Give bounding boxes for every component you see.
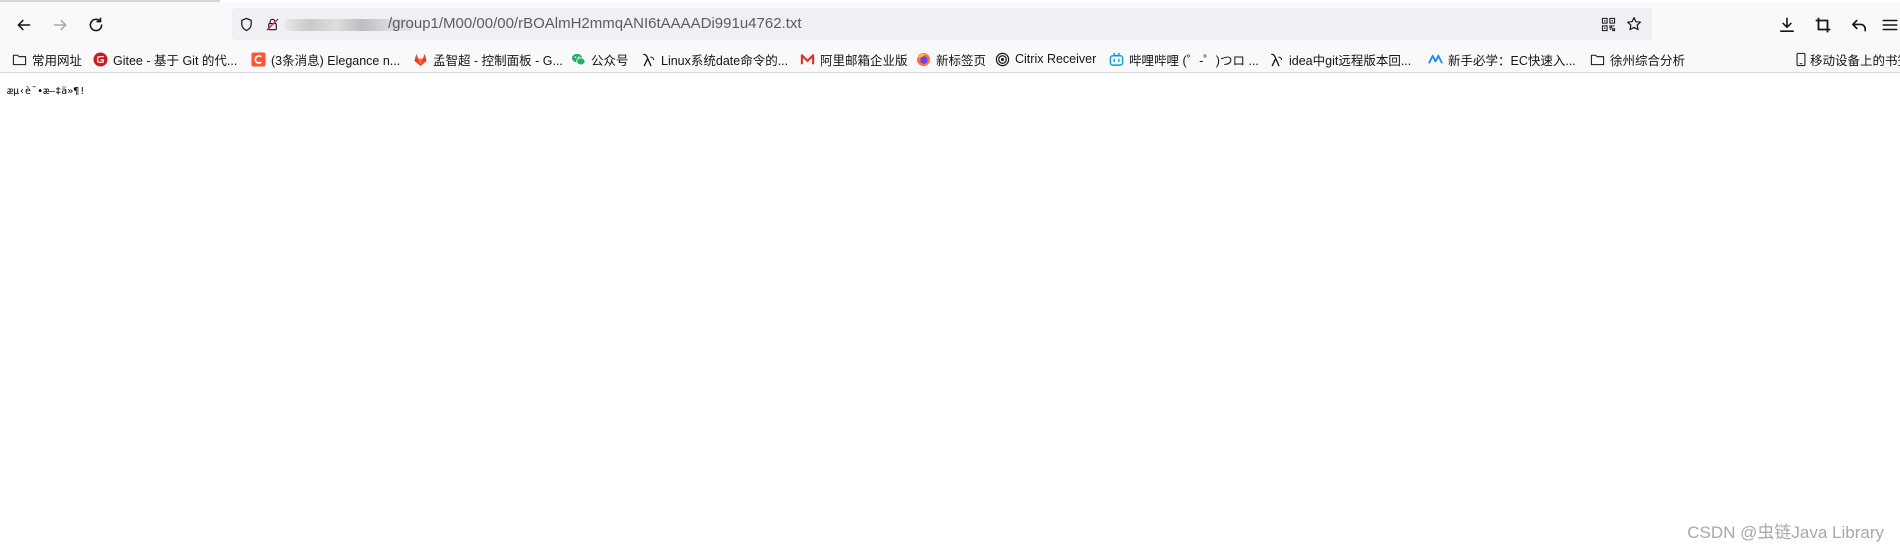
bookmark-gitlab-panel[interactable]: 孟智超 - 控制面板 - G... bbox=[413, 50, 563, 68]
citrix-icon bbox=[995, 52, 1010, 67]
navigation-toolbar: /group1/M00/00/00/rBOAlmH2mmqANI6tAAAADi… bbox=[0, 2, 1900, 46]
forward-icon bbox=[53, 19, 67, 31]
qr-code-icon[interactable] bbox=[1599, 15, 1617, 33]
ec-icon bbox=[1428, 52, 1443, 67]
csdn-icon bbox=[251, 51, 266, 67]
bookmark-wechat-official[interactable]: 公众号 bbox=[571, 50, 629, 68]
gitee-icon bbox=[93, 51, 108, 67]
gitlab-icon bbox=[413, 52, 428, 67]
bookmark-linux-date[interactable]: Linux系统date命令的... bbox=[641, 50, 788, 68]
star-icon[interactable] bbox=[1625, 15, 1643, 33]
address-bar[interactable]: /group1/M00/00/00/rBOAlmH2mmqANI6tAAAADi… bbox=[232, 8, 1652, 40]
bookmark-bilibili[interactable]: 哔哩哔哩 (゜-゜)つロ ... bbox=[1109, 50, 1259, 68]
bookmark-common-sites[interactable]: 常用网址 bbox=[12, 50, 82, 68]
undo-icon bbox=[1851, 19, 1867, 32]
wechat-icon bbox=[571, 52, 586, 67]
shield-icon[interactable] bbox=[237, 15, 255, 33]
folder-icon bbox=[12, 52, 27, 67]
bookmark-ali-mail[interactable]: 阿里邮箱企业版 bbox=[800, 50, 908, 68]
bookmark-ec-quickstart[interactable]: 新手必学：EC快速入... bbox=[1428, 50, 1576, 68]
bookmark-xuzhou-analysis[interactable]: 徐州综合分析 bbox=[1590, 50, 1685, 68]
reload-icon bbox=[89, 17, 103, 32]
bookmark-gitee[interactable]: Gitee - 基于 Git 的代... bbox=[93, 50, 237, 68]
back-button[interactable] bbox=[10, 11, 38, 39]
lambda-icon bbox=[1269, 52, 1284, 67]
screenshot-button[interactable] bbox=[1809, 11, 1837, 39]
file-content-text: æµ‹è¯•æ–‡ä»¶! bbox=[7, 86, 86, 97]
download-icon bbox=[1780, 17, 1794, 32]
bookmark-idea-git[interactable]: idea中git远程版本回... bbox=[1269, 50, 1411, 68]
undo-button[interactable] bbox=[1845, 11, 1873, 39]
firefox-icon bbox=[916, 52, 931, 67]
bookmarks-toolbar: 常用网址 Gitee - 基于 Git 的代... (3条消息) Eleganc… bbox=[0, 46, 1900, 73]
csdn-watermark: CSDN @虫链Java Library bbox=[1687, 523, 1884, 542]
screenshot-icon bbox=[1815, 17, 1831, 33]
bookmark-mobile[interactable]: 移动设备上的书签 bbox=[1793, 50, 1900, 68]
back-icon bbox=[17, 19, 31, 31]
menu-icon bbox=[1882, 19, 1898, 31]
folder-icon bbox=[1590, 52, 1605, 67]
bilibili-icon bbox=[1109, 52, 1124, 67]
app-menu-button[interactable] bbox=[1876, 11, 1900, 39]
lambda-icon bbox=[641, 52, 656, 67]
bookmark-csdn[interactable]: (3条消息) Elegance n... bbox=[251, 50, 400, 68]
permissions-icon[interactable] bbox=[263, 15, 281, 33]
mobile-icon bbox=[1793, 52, 1808, 67]
mail-icon bbox=[800, 52, 815, 67]
bookmark-citrix[interactable]: Citrix Receiver bbox=[995, 50, 1096, 68]
forward-button[interactable] bbox=[46, 11, 74, 39]
downloads-button[interactable] bbox=[1773, 11, 1801, 39]
url-text[interactable]: /group1/M00/00/00/rBOAlmH2mmqANI6tAAAADi… bbox=[388, 15, 802, 32]
reload-button[interactable] bbox=[82, 11, 110, 39]
bookmark-new-tab[interactable]: 新标签页 bbox=[916, 50, 986, 68]
